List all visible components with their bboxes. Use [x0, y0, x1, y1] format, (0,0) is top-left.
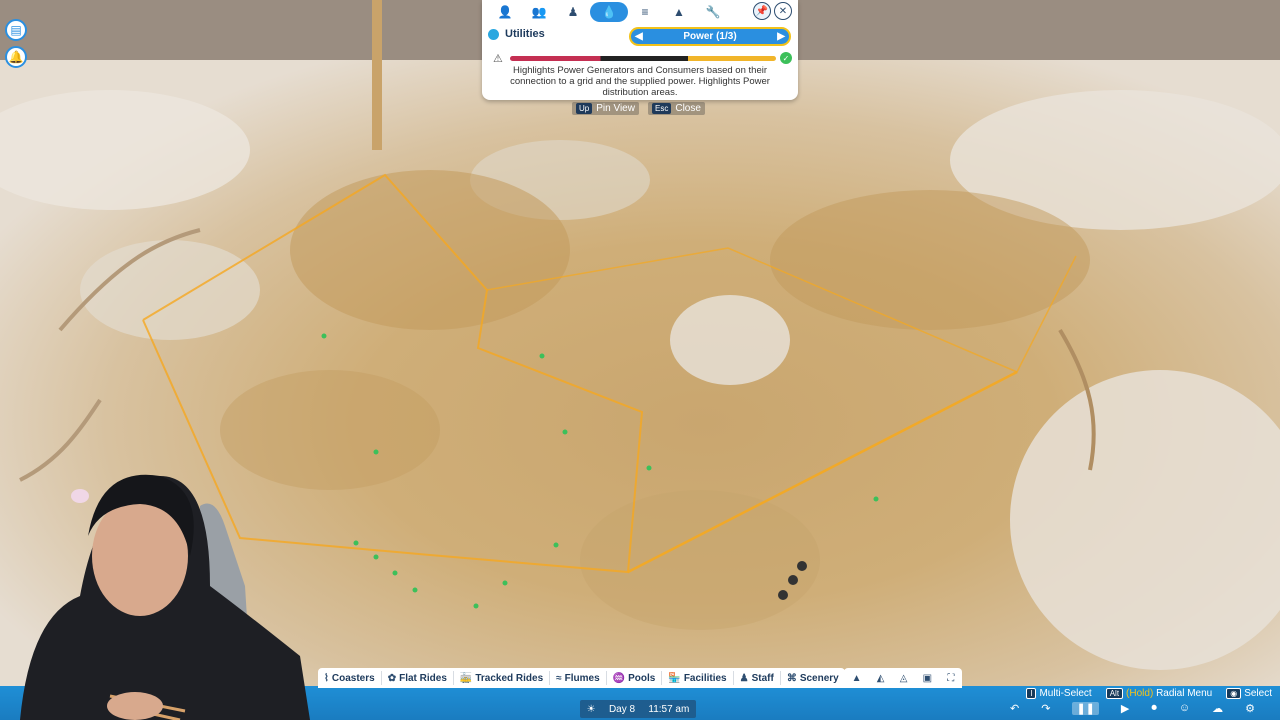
radial-menu-label: Radial Menu	[1156, 688, 1213, 699]
scenery-icon: ⌘	[786, 672, 797, 684]
category-label: Pools	[628, 672, 656, 684]
utilities-icon[interactable]: 💧	[590, 2, 628, 22]
category-label: Staff	[751, 672, 774, 684]
weather-icon[interactable]: ☁	[1212, 702, 1223, 715]
category-label: Flat Rides	[399, 672, 447, 684]
time-label: 11:57 am	[648, 703, 690, 715]
pause-icon[interactable]: ❚❚	[1072, 702, 1099, 715]
groups-icon[interactable]: 👥	[522, 2, 556, 22]
radial-menu-hint: Alt (Hold) Radial Menu	[1105, 688, 1213, 699]
game-clock: ☀ Day 8 11:57 am	[580, 700, 696, 718]
webcam-overlay	[0, 466, 310, 720]
radial-menu-key: Alt	[1105, 688, 1124, 699]
streamer-image	[20, 474, 310, 720]
close-key: Esc	[652, 103, 672, 114]
redo-icon[interactable]: ↷	[1041, 702, 1050, 715]
flat-rides-icon: ✿	[387, 672, 397, 684]
utilities-overlay-panel: 👤 👥 ♟ 💧 ≡ ▲ 🔧 📌 ✕ Utilities ◀ Power (1/3…	[482, 0, 798, 100]
pin-view-hint[interactable]: Up Pin View	[572, 102, 639, 115]
coaster-icon: ⌇	[324, 672, 329, 684]
check-icon: ✓	[780, 52, 792, 64]
radial-hold-label: (Hold)	[1126, 688, 1154, 699]
staff-icon: ♟	[739, 672, 749, 684]
guest-icon[interactable]: ☺	[1179, 702, 1190, 715]
blueprint-icon[interactable]: ▣	[923, 673, 932, 684]
view-selector-value: Power (1/3)	[683, 31, 737, 42]
select-label: Select	[1244, 688, 1272, 699]
overlay-description: Highlights Power Generators and Consumer…	[510, 65, 770, 98]
wrench-icon[interactable]: 🔧	[696, 2, 730, 22]
multi-select-hint: I Multi-Select	[1026, 688, 1092, 699]
close-label: Close	[675, 103, 701, 114]
category-pools[interactable]: ♒ Pools	[607, 671, 663, 685]
multi-select-label: Multi-Select	[1039, 688, 1092, 699]
staff-icon[interactable]: ♟	[556, 2, 590, 22]
flumes-icon: ≈	[556, 672, 562, 684]
camera-icon[interactable]: ⏺	[1151, 702, 1157, 715]
build-category-bar: ⌇ Coasters ✿ Flat Rides 🚋 Tracked Rides ≈ Fl…	[318, 668, 845, 688]
category-scenery[interactable]: ⌘ Scenery	[781, 671, 845, 685]
category-staff[interactable]: ♟ Staff	[734, 671, 781, 685]
undo-icon[interactable]: ↶	[1010, 702, 1019, 715]
day-label: Day 8	[608, 703, 636, 715]
play-icon[interactable]: ▶	[1121, 702, 1129, 715]
category-coasters[interactable]: ⌇ Coasters	[318, 671, 382, 685]
warning-icon: ⚠	[493, 53, 503, 65]
select-key: ◉	[1226, 688, 1242, 699]
guests-management-icon[interactable]: 👤	[488, 2, 522, 22]
fullscreen-icon[interactable]: ⛶	[947, 673, 954, 684]
category-flat-rides[interactable]: ✿ Flat Rides	[382, 671, 454, 685]
category-tracked-rides[interactable]: 🚋 Tracked Rides	[454, 671, 551, 685]
utilities-dot-icon	[488, 28, 499, 40]
category-label: Facilities	[683, 672, 727, 684]
prev-arrow-icon[interactable]: ◀	[635, 31, 643, 42]
control-hints: I Multi-Select Alt (Hold) Radial Menu ◉ Sel…	[1026, 688, 1272, 699]
select-hint: ◉ Select	[1226, 688, 1272, 699]
power-legend-bar	[510, 56, 776, 61]
game-speed-controls: ↶ ↷ ❚❚ ▶ ⏺ ☺ ☁ ⚙	[1010, 702, 1255, 715]
multi-select-key: I	[1026, 688, 1037, 699]
section-header: Utilities	[488, 28, 545, 40]
category-facilities[interactable]: 🏪 Facilities	[662, 671, 734, 685]
category-label: Flumes	[564, 672, 600, 684]
category-flumes[interactable]: ≈ Flumes	[550, 671, 607, 685]
next-arrow-icon[interactable]: ▶	[777, 31, 785, 42]
pin-view-label: Pin View	[596, 103, 635, 114]
category-label: Scenery	[799, 672, 839, 684]
pools-icon: ♒	[612, 672, 626, 684]
settings-icon[interactable]: ⚙	[1245, 702, 1255, 715]
clipboard-icon[interactable]: ▤	[5, 19, 27, 41]
paint-terrain-icon[interactable]: ◭	[877, 673, 885, 684]
close-hint[interactable]: Esc Close	[648, 102, 705, 115]
sun-icon: ☀	[586, 703, 596, 715]
category-label: Coasters	[331, 672, 375, 684]
facilities-icon: 🏪	[668, 672, 681, 684]
pin-icon[interactable]: 📌	[753, 2, 771, 20]
tools-bar: ▲ ◭ ◬ ▣ ⛶	[844, 668, 962, 688]
bell-icon[interactable]: 🔔	[5, 46, 27, 68]
finance-icon[interactable]: ≡	[628, 2, 662, 22]
overlay-tabs: 👤 👥 ♟ 💧 ≡ ▲ 🔧	[488, 2, 792, 22]
section-label: Utilities	[505, 28, 545, 40]
scenery-icon[interactable]: ▲	[662, 2, 696, 22]
category-label: Tracked Rides	[475, 672, 544, 684]
close-icon[interactable]: ✕	[774, 2, 792, 20]
water-icon[interactable]: ◬	[900, 673, 908, 684]
tracked-rides-icon: 🚋	[459, 672, 473, 684]
view-selector[interactable]: ◀ Power (1/3) ▶	[629, 27, 791, 46]
terrain-icon[interactable]: ▲	[852, 673, 862, 684]
pin-view-key: Up	[576, 103, 593, 114]
